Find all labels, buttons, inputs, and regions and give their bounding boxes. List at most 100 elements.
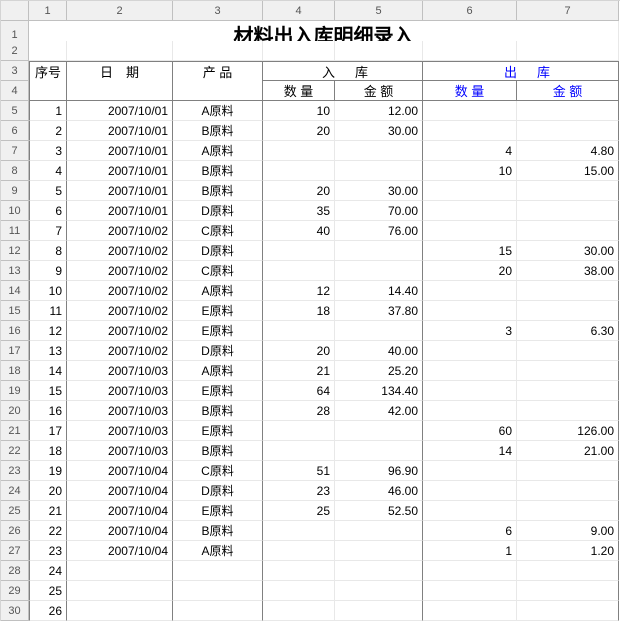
cell-out-qty[interactable] <box>423 301 517 321</box>
cell-date[interactable]: 2007/10/04 <box>67 541 173 561</box>
cell-in-amt[interactable]: 76.00 <box>335 221 423 241</box>
cell-out-qty[interactable]: 14 <box>423 441 517 461</box>
col-header[interactable]: 7 <box>517 1 619 21</box>
cell-out-qty[interactable] <box>423 121 517 141</box>
cell-product[interactable]: E原料 <box>173 381 263 401</box>
cell-out-qty[interactable] <box>423 381 517 401</box>
cell-seq[interactable]: 19 <box>29 461 67 481</box>
cell-in-qty[interactable]: 64 <box>263 381 335 401</box>
cell-out-qty[interactable] <box>423 501 517 521</box>
row-header[interactable]: 17 <box>1 341 29 361</box>
cell-out-qty[interactable]: 10 <box>423 161 517 181</box>
cell-date[interactable] <box>67 561 173 581</box>
cell-out-amt[interactable]: 9.00 <box>517 521 619 541</box>
cell-date[interactable]: 2007/10/02 <box>67 321 173 341</box>
cell-date[interactable]: 2007/10/02 <box>67 241 173 261</box>
row-header[interactable]: 6 <box>1 121 29 141</box>
cell-out-qty[interactable] <box>423 281 517 301</box>
row-header[interactable]: 9 <box>1 181 29 201</box>
cell-in-amt[interactable]: 30.00 <box>335 181 423 201</box>
cell-out-amt[interactable] <box>517 341 619 361</box>
cell-in-qty[interactable]: 20 <box>263 341 335 361</box>
row-header[interactable]: 21 <box>1 421 29 441</box>
cell-in-amt[interactable]: 12.00 <box>335 101 423 121</box>
cell-seq[interactable]: 10 <box>29 281 67 301</box>
cell-product[interactable]: D原料 <box>173 341 263 361</box>
cell-in-amt[interactable]: 70.00 <box>335 201 423 221</box>
cell-seq[interactable]: 14 <box>29 361 67 381</box>
row-header[interactable]: 14 <box>1 281 29 301</box>
cell-in-qty[interactable] <box>263 321 335 341</box>
cell-out-amt[interactable]: 15.00 <box>517 161 619 181</box>
cell-product[interactable]: A原料 <box>173 541 263 561</box>
cell-in-amt[interactable] <box>335 421 423 441</box>
cell-in-qty[interactable] <box>263 601 335 621</box>
cell-in-qty[interactable]: 18 <box>263 301 335 321</box>
cell-date[interactable] <box>67 581 173 601</box>
cell-date[interactable]: 2007/10/02 <box>67 221 173 241</box>
cell-in-amt[interactable] <box>335 561 423 581</box>
cell-date[interactable]: 2007/10/01 <box>67 161 173 181</box>
cell-in-amt[interactable]: 52.50 <box>335 501 423 521</box>
row-header[interactable]: 26 <box>1 521 29 541</box>
cell-in-qty[interactable] <box>263 561 335 581</box>
cell-in-amt[interactable]: 14.40 <box>335 281 423 301</box>
cell-in-qty[interactable]: 51 <box>263 461 335 481</box>
cell-product[interactable]: C原料 <box>173 261 263 281</box>
col-header[interactable]: 1 <box>29 1 67 21</box>
cell-out-amt[interactable] <box>517 561 619 581</box>
row-header[interactable]: 20 <box>1 401 29 421</box>
cell-in-qty[interactable] <box>263 161 335 181</box>
cell-seq[interactable]: 7 <box>29 221 67 241</box>
cell-out-amt[interactable] <box>517 401 619 421</box>
cell-date[interactable]: 2007/10/01 <box>67 141 173 161</box>
cell-in-amt[interactable] <box>335 161 423 181</box>
cell-product[interactable]: A原料 <box>173 101 263 121</box>
cell-out-amt[interactable] <box>517 301 619 321</box>
cell-out-amt[interactable]: 126.00 <box>517 421 619 441</box>
row-header[interactable]: 12 <box>1 241 29 261</box>
cell-date[interactable]: 2007/10/01 <box>67 181 173 201</box>
row-header[interactable]: 30 <box>1 601 29 621</box>
cell-out-qty[interactable] <box>423 221 517 241</box>
row-header[interactable]: 8 <box>1 161 29 181</box>
row-header[interactable]: 2 <box>1 41 29 61</box>
cell-product[interactable]: D原料 <box>173 201 263 221</box>
cell-in-amt[interactable] <box>335 141 423 161</box>
cell-in-amt[interactable]: 40.00 <box>335 341 423 361</box>
cell-product[interactable]: A原料 <box>173 361 263 381</box>
cell-date[interactable]: 2007/10/02 <box>67 261 173 281</box>
cell-date[interactable]: 2007/10/04 <box>67 461 173 481</box>
row-header[interactable]: 16 <box>1 321 29 341</box>
cell-seq[interactable]: 24 <box>29 561 67 581</box>
row-header[interactable]: 7 <box>1 141 29 161</box>
cell-date[interactable] <box>67 601 173 621</box>
cell-out-qty[interactable]: 6 <box>423 521 517 541</box>
row-header[interactable]: 19 <box>1 381 29 401</box>
cell-product[interactable]: B原料 <box>173 521 263 541</box>
cell-product[interactable]: D原料 <box>173 241 263 261</box>
cell-seq[interactable]: 1 <box>29 101 67 121</box>
cell-out-qty[interactable] <box>423 581 517 601</box>
cell-in-qty[interactable]: 12 <box>263 281 335 301</box>
cell-out-qty[interactable] <box>423 181 517 201</box>
row-header[interactable]: 18 <box>1 361 29 381</box>
cell-out-qty[interactable] <box>423 561 517 581</box>
empty-cell[interactable] <box>263 41 335 61</box>
cell-out-amt[interactable]: 30.00 <box>517 241 619 261</box>
cell-product[interactable]: E原料 <box>173 301 263 321</box>
cell-out-amt[interactable] <box>517 381 619 401</box>
cell-seq[interactable]: 26 <box>29 601 67 621</box>
cell-in-qty[interactable]: 21 <box>263 361 335 381</box>
row-header[interactable]: 13 <box>1 261 29 281</box>
cell-out-amt[interactable] <box>517 201 619 221</box>
cell-product[interactable] <box>173 561 263 581</box>
cell-out-qty[interactable] <box>423 601 517 621</box>
cell-in-qty[interactable]: 28 <box>263 401 335 421</box>
cell-out-qty[interactable]: 4 <box>423 141 517 161</box>
cell-out-amt[interactable]: 6.30 <box>517 321 619 341</box>
spreadsheet[interactable]: 12345671材料出入库明细录入23序号日 期产 品入库出库4数 量金 额数 … <box>0 0 620 621</box>
col-header[interactable]: 6 <box>423 1 517 21</box>
cell-seq[interactable]: 25 <box>29 581 67 601</box>
cell-out-qty[interactable]: 3 <box>423 321 517 341</box>
